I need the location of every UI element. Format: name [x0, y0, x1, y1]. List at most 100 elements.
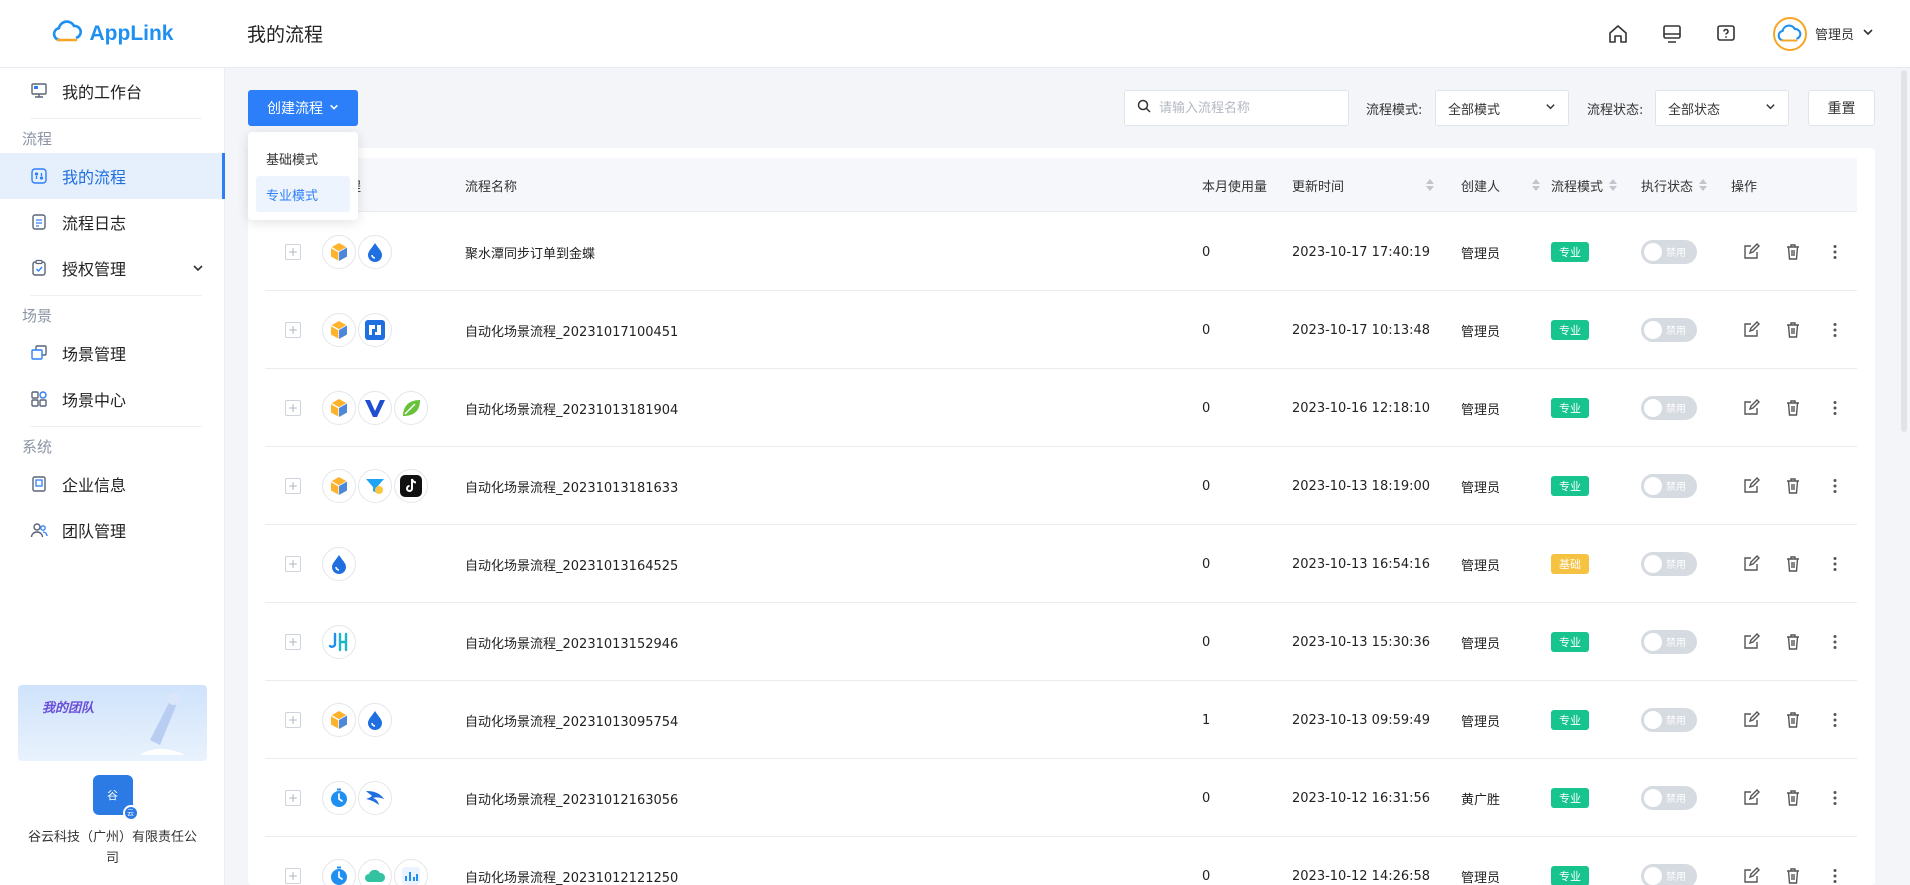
delete-icon[interactable] [1783, 398, 1803, 418]
table-row[interactable]: + 自动化场景流程_20231013164525 0 2023-10-13 16… [265, 525, 1857, 603]
flow-name[interactable]: 自动化场景流程_20231013164525 [465, 525, 678, 603]
page-scrollbar[interactable] [1901, 70, 1907, 432]
expand-row-button[interactable]: + [285, 634, 301, 650]
edit-icon[interactable] [1741, 710, 1761, 730]
expand-row-button[interactable]: + [285, 868, 301, 884]
layers-icon [30, 344, 48, 362]
expand-row-button[interactable]: + [285, 322, 301, 338]
flow-name[interactable]: 自动化场景流程_20231013095754 [465, 681, 678, 759]
edit-icon[interactable] [1741, 320, 1761, 340]
app-logo[interactable]: AppLink [0, 19, 225, 48]
delete-icon[interactable] [1783, 632, 1803, 652]
delete-icon[interactable] [1783, 242, 1803, 262]
table-row[interactable]: + 自动化场景流程_20231017100451 0 2023-10-17 10… [265, 291, 1857, 369]
sidebar-item-my-flows[interactable]: 我的流程 [0, 153, 225, 199]
status-filter-select[interactable]: 全部状态 [1655, 90, 1789, 126]
column-header-status[interactable]: 执行状态 [1641, 158, 1708, 212]
more-icon[interactable] [1825, 320, 1845, 340]
more-icon[interactable] [1825, 710, 1845, 730]
edit-icon[interactable] [1741, 398, 1761, 418]
table-header: 流程 流程名称 本月使用量 更新时间 创建人 流程模式 执行状态 操作 [265, 158, 1857, 212]
dropdown-item-basic[interactable]: 基础模式 [256, 140, 350, 176]
table-row[interactable]: + 自动化场景流程_20231013181904 0 2023-10-16 12… [265, 369, 1857, 447]
status-toggle[interactable]: 禁用 [1641, 318, 1697, 342]
sidebar-item-scene-center[interactable]: 场景中心 [0, 376, 224, 422]
table-row[interactable]: + 自动化场景流程_20231013152946 0 2023-10-13 15… [265, 603, 1857, 681]
edit-icon[interactable] [1741, 476, 1761, 496]
edit-icon[interactable] [1741, 866, 1761, 885]
expand-row-button[interactable]: + [285, 400, 301, 416]
column-header-creator[interactable]: 创建人 [1461, 158, 1541, 212]
sidebar-item-flow-log[interactable]: 流程日志 [0, 199, 224, 245]
column-header-updated[interactable]: 更新时间 [1292, 158, 1435, 212]
monthly-usage: 0 [1202, 634, 1211, 650]
status-toggle[interactable]: 禁用 [1641, 240, 1697, 264]
table-row[interactable]: + 自动化场景流程_20231012163056 0 2023-10-12 16… [265, 759, 1857, 837]
updated-time: 2023-10-13 15:30:36 [1292, 634, 1431, 650]
table-row[interactable]: + 自动化场景流程_20231013181633 0 2023-10-13 18… [265, 447, 1857, 525]
expand-row-button[interactable]: + [285, 478, 301, 494]
delete-icon[interactable] [1783, 320, 1803, 340]
sidebar-item-label: 我的流程 [62, 168, 127, 187]
delete-icon[interactable] [1783, 866, 1803, 885]
edit-icon[interactable] [1741, 242, 1761, 262]
table-row[interactable]: + 聚水潭同步订单到金蝶 0 2023-10-17 17:40:19 管理员 专… [265, 213, 1857, 291]
edit-icon[interactable] [1741, 788, 1761, 808]
updated-time: 2023-10-17 17:40:19 [1292, 244, 1431, 260]
mode-tag: 专业 [1551, 710, 1589, 730]
delete-icon[interactable] [1783, 476, 1803, 496]
status-toggle[interactable]: 禁用 [1641, 474, 1697, 498]
delete-icon[interactable] [1783, 554, 1803, 574]
search-input[interactable] [1159, 100, 1339, 116]
team-banner: 我的团队 [18, 685, 207, 761]
more-icon[interactable] [1825, 242, 1845, 262]
sidebar-item-team[interactable]: 团队管理 [0, 507, 224, 553]
more-icon[interactable] [1825, 788, 1845, 808]
status-toggle[interactable]: 禁用 [1641, 708, 1697, 732]
expand-row-button[interactable]: + [285, 244, 301, 260]
status-toggle[interactable]: 禁用 [1641, 864, 1697, 885]
help-icon[interactable] [1713, 21, 1739, 47]
monitor-icon[interactable] [1659, 21, 1685, 47]
sidebar-item-scene-manage[interactable]: 场景管理 [0, 330, 224, 376]
flow-name[interactable]: 自动化场景流程_20231012121250 [465, 837, 678, 885]
flow-name[interactable]: 自动化场景流程_20231017100451 [465, 291, 678, 369]
flow-name[interactable]: 自动化场景流程_20231013181904 [465, 369, 678, 447]
dropdown-item-pro[interactable]: 专业模式 [256, 176, 350, 212]
expand-row-button[interactable]: + [285, 556, 301, 572]
sidebar-item-company[interactable]: 企业信息 [0, 461, 224, 507]
delete-icon[interactable] [1783, 710, 1803, 730]
search-box[interactable] [1124, 90, 1349, 126]
more-icon[interactable] [1825, 866, 1845, 885]
creator: 管理员 [1461, 558, 1501, 574]
flow-name[interactable]: 自动化场景流程_20231012163056 [465, 759, 678, 837]
more-icon[interactable] [1825, 398, 1845, 418]
reset-button[interactable]: 重置 [1808, 90, 1875, 126]
expand-row-button[interactable]: + [285, 790, 301, 806]
table-row[interactable]: + 自动化场景流程_20231013095754 1 2023-10-13 09… [265, 681, 1857, 759]
home-icon[interactable] [1605, 21, 1631, 47]
status-toggle[interactable]: 禁用 [1641, 552, 1697, 576]
edit-icon[interactable] [1741, 554, 1761, 574]
delete-icon[interactable] [1783, 788, 1803, 808]
flow-name[interactable]: 自动化场景流程_20231013181633 [465, 447, 678, 525]
sidebar-item-auth[interactable]: 授权管理 [0, 245, 224, 291]
sidebar-item-workbench[interactable]: 我的工作台 [0, 68, 224, 114]
status-toggle[interactable]: 禁用 [1641, 630, 1697, 654]
more-icon[interactable] [1825, 554, 1845, 574]
expand-row-button[interactable]: + [285, 712, 301, 728]
flow-name[interactable]: 聚水潭同步订单到金蝶 [465, 213, 595, 291]
flow-name[interactable]: 自动化场景流程_20231013152946 [465, 603, 678, 681]
user-menu[interactable]: 管理员 [1772, 16, 1874, 51]
mode-filter-select[interactable]: 全部模式 [1435, 90, 1569, 126]
create-flow-button[interactable]: 创建流程 [248, 90, 358, 126]
table-row[interactable]: + 自动化场景流程_20231012121250 0 2023-10-12 14… [265, 837, 1857, 885]
more-icon[interactable] [1825, 476, 1845, 496]
status-toggle[interactable]: 禁用 [1641, 786, 1697, 810]
column-header-mode[interactable]: 流程模式 [1551, 158, 1618, 212]
more-icon[interactable] [1825, 632, 1845, 652]
cloud-app-icon [358, 859, 392, 885]
status-toggle[interactable]: 禁用 [1641, 396, 1697, 420]
edit-icon[interactable] [1741, 632, 1761, 652]
team-card[interactable]: 我的团队 谷 云 谷云科技（广州）有限责任公司 [18, 685, 207, 885]
